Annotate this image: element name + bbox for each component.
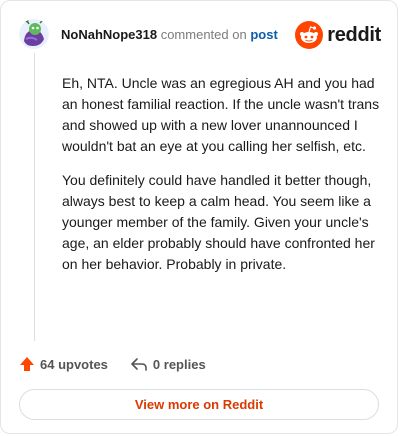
upvote-count: 64 upvotes bbox=[40, 356, 108, 372]
thread-line bbox=[34, 53, 35, 341]
author-name[interactable]: NoNahNope318 bbox=[61, 27, 157, 42]
reply-button[interactable]: 0 replies bbox=[130, 356, 206, 372]
comment-paragraph: You definitely could have handled it bet… bbox=[62, 172, 375, 272]
byline: NoNahNope318 commented on post bbox=[61, 27, 278, 42]
reddit-wordmark: reddit bbox=[327, 23, 381, 46]
upvote-button[interactable]: 64 upvotes bbox=[19, 356, 108, 372]
byline-verb: commented on bbox=[160, 27, 247, 42]
view-more-button[interactable]: View more on Reddit bbox=[19, 389, 379, 420]
reddit-logo-icon bbox=[295, 21, 324, 49]
upvote-arrow-icon bbox=[20, 357, 34, 371]
comment-card: NoNahNope318 commented on post reddit Eh… bbox=[0, 0, 398, 434]
reddit-brand[interactable]: reddit bbox=[295, 20, 381, 50]
comment-paragraph: Eh, NTA. Uncle was an egregious AH and y… bbox=[62, 75, 380, 154]
snoo-avatar-icon[interactable] bbox=[19, 19, 49, 49]
reply-count: 0 replies bbox=[152, 356, 206, 372]
post-link[interactable]: post bbox=[250, 27, 277, 42]
comment-header: NoNahNope318 commented on post reddit bbox=[19, 19, 381, 51]
reply-arrow-icon bbox=[131, 358, 147, 371]
comment-body: Eh, NTA. Uncle was an egregious AH and y… bbox=[62, 73, 384, 288]
comment-actions: 64 upvotes 0 replies bbox=[19, 353, 228, 375]
